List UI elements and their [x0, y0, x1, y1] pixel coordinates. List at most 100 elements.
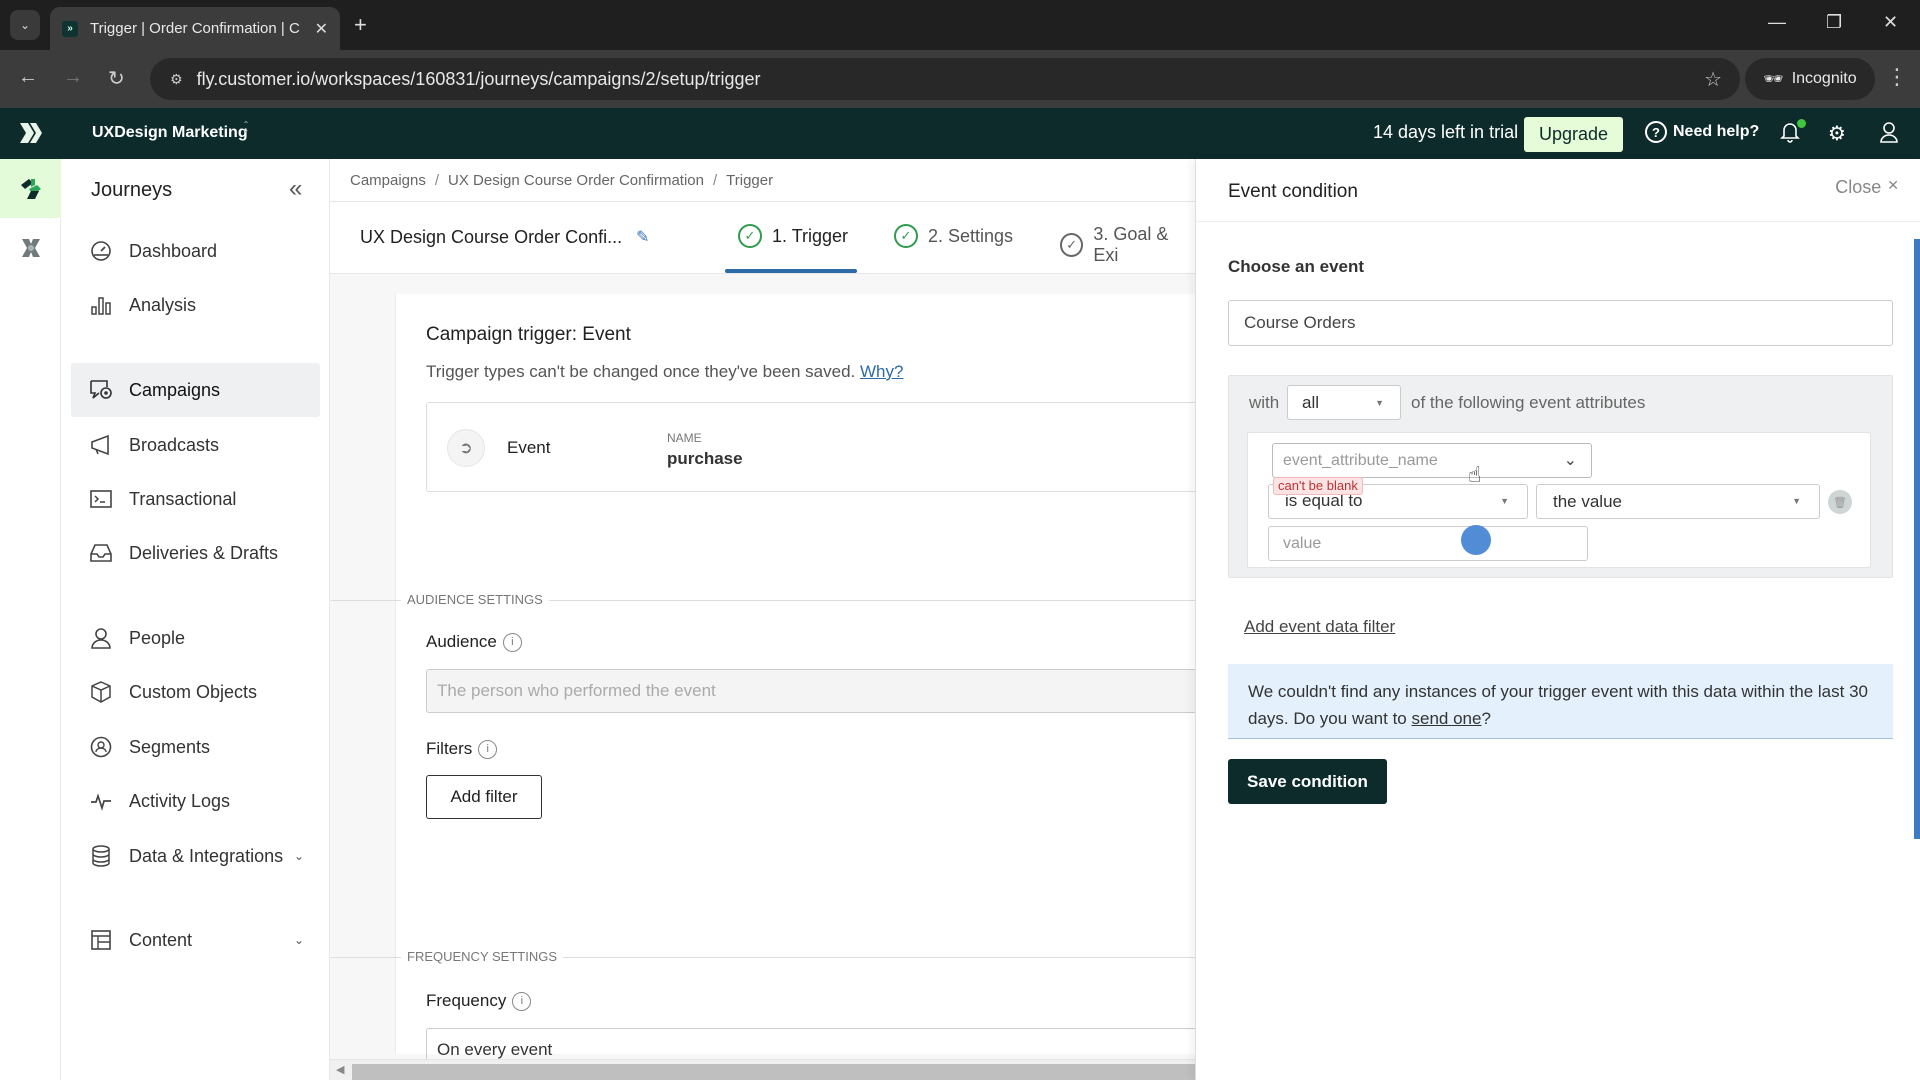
forward-icon[interactable]: →	[63, 66, 83, 89]
sidebar-item-segments[interactable]: Segments	[71, 720, 320, 774]
chevron-down-icon: ⌄	[293, 849, 304, 863]
caret-down-icon: ▼	[1792, 496, 1801, 506]
sidebar-item-data-integrations[interactable]: Data & Integrations ⌄	[71, 829, 320, 883]
why-link[interactable]: Why?	[860, 362, 903, 381]
tab-goal-exit[interactable]: ✓ 3. Goal & Exi	[1060, 224, 1195, 266]
breadcrumb: Campaigns / UX Design Course Order Confi…	[330, 159, 1195, 202]
breadcrumb-current: Trigger	[726, 171, 774, 189]
app-rail	[0, 159, 61, 1080]
comparison-select[interactable]: the value ▼	[1536, 484, 1820, 519]
active-tab-indicator	[725, 269, 857, 273]
app-header: UXDesign Marketing ˆˇ 14 days left in tr…	[0, 108, 1920, 159]
choose-event-label: Choose an event	[1228, 257, 1365, 276]
trial-status: 14 days left in trial	[1373, 122, 1519, 142]
customerio-logo-icon[interactable]	[18, 121, 42, 145]
close-button[interactable]: Close ✕	[1835, 177, 1899, 198]
user-icon[interactable]	[1879, 121, 1899, 149]
event-attributes-box: with all ▼ of the following event attrib…	[1228, 375, 1893, 578]
trigger-card: Campaign trigger: Event Trigger types ca…	[331, 294, 1195, 1072]
sidebar-item-label: Activity Logs	[129, 790, 231, 811]
sidebar-item-label: Transactional	[129, 488, 237, 509]
rail-data-pipelines[interactable]	[0, 218, 61, 277]
address-bar[interactable]: ⚙ fly.customer.io/workspaces/160831/jour…	[150, 58, 1740, 100]
breadcrumb-campaign[interactable]: UX Design Course Order Confirmation	[448, 172, 704, 189]
sidebar-item-activity-logs[interactable]: Activity Logs	[71, 774, 320, 828]
following-text: of the following event attributes	[1411, 393, 1646, 412]
megaphone-icon	[89, 433, 113, 457]
notice-text: We couldn't find any instances of your t…	[1248, 682, 1868, 728]
add-event-data-filter-link[interactable]: Add event data filter	[1244, 617, 1395, 637]
hand-cursor-icon: ☝	[1468, 462, 1482, 487]
pipelines-icon	[21, 238, 40, 257]
close-tab-icon[interactable]: ✕	[315, 19, 328, 39]
frequency-label-text: Frequency	[426, 991, 507, 1010]
gear-icon[interactable]: ⚙	[1828, 121, 1846, 146]
browser-menu-icon[interactable]: ⋮	[1886, 64, 1908, 90]
info-icon[interactable]: i	[502, 632, 522, 652]
info-icon[interactable]: i	[512, 991, 532, 1011]
attribute-name-select[interactable]: event_attribute_name ⌄	[1272, 443, 1592, 478]
event-condition-panel: Event condition Close ✕ Choose an event …	[1195, 159, 1920, 1080]
sidebar-item-deliveries[interactable]: Deliveries & Drafts	[71, 526, 320, 580]
sidebar-item-analysis[interactable]: Analysis	[71, 278, 320, 332]
match-value: all	[1302, 392, 1320, 412]
match-select[interactable]: all ▼	[1287, 385, 1401, 420]
sidebar-item-dashboard[interactable]: Dashboard	[71, 224, 320, 278]
scroll-left-icon[interactable]: ◀	[336, 1063, 344, 1076]
audience-section-label: AUDIENCE SETTINGS	[401, 592, 549, 607]
sidebar-item-label: Broadcasts	[129, 434, 220, 455]
minimize-icon[interactable]: —	[1768, 12, 1786, 33]
sidebar-item-people[interactable]: People	[71, 611, 320, 665]
sidebar-item-broadcasts[interactable]: Broadcasts	[71, 418, 320, 472]
tab-settings[interactable]: ✓ 2. Settings	[894, 224, 1013, 248]
info-icon[interactable]: i	[478, 739, 498, 759]
send-one-link[interactable]: send one	[1412, 709, 1482, 728]
tab-trigger[interactable]: ✓ 1. Trigger	[738, 224, 848, 248]
bar-chart-icon	[89, 293, 113, 317]
horizontal-scrollbar[interactable]: ◀	[330, 1059, 1195, 1080]
scrollbar-thumb[interactable]	[352, 1064, 1195, 1080]
need-help-button[interactable]: ? Need help?	[1645, 121, 1759, 143]
browser-tab[interactable]: » Trigger | Order Confirmation | C ✕	[50, 7, 340, 50]
cursor-click-icon: ➲	[447, 429, 485, 467]
filters-label-text: Filters	[426, 739, 473, 758]
restore-icon[interactable]: ❐	[1826, 12, 1842, 33]
sidebar-item-transactional[interactable]: Transactional	[71, 472, 320, 526]
value-input[interactable]: value	[1268, 526, 1588, 561]
close-icon: ✕	[1887, 177, 1899, 193]
tab-search-button[interactable]: ⌄	[10, 10, 40, 40]
workspace-switcher-icon[interactable]: ˆˇ	[244, 120, 248, 141]
dashboard-icon	[89, 239, 113, 263]
trigger-heading: Campaign trigger: Event	[426, 324, 631, 345]
frequency-label: Frequency i	[426, 991, 532, 1011]
step-label: 3. Goal & Exi	[1093, 224, 1169, 265]
upgrade-button[interactable]: Upgrade	[1524, 117, 1623, 152]
trash-icon[interactable]: 🗑	[1828, 490, 1852, 514]
event-select[interactable]: Course Orders	[1228, 300, 1893, 346]
sidebar-item-content[interactable]: Content ⌄	[71, 913, 320, 967]
panel-scrollbar[interactable]	[1914, 239, 1920, 839]
collapse-sidebar-icon[interactable]: «	[289, 175, 302, 203]
workspace-name[interactable]: UXDesign Marketing	[92, 124, 248, 142]
new-tab-button[interactable]: +	[354, 12, 367, 38]
pencil-icon[interactable]: ✎	[636, 227, 649, 247]
trigger-note: Trigger types can't be changed once they…	[426, 362, 903, 382]
save-condition-button[interactable]: Save condition	[1228, 759, 1387, 804]
incognito-indicator[interactable]: 🕶 Incognito	[1745, 58, 1875, 100]
bookmark-star-icon[interactable]: ☆	[1704, 67, 1722, 92]
site-info-icon[interactable]: ⚙	[170, 71, 183, 88]
caret-down-icon: ▼	[1500, 496, 1509, 506]
reload-icon[interactable]: ↻	[108, 66, 125, 91]
sidebar-item-custom-objects[interactable]: Custom Objects	[71, 665, 320, 719]
check-circle-icon: ✓	[738, 224, 762, 248]
audience-label-text: Audience	[426, 632, 497, 651]
notification-dot	[1797, 119, 1806, 128]
add-filter-button[interactable]: Add filter	[426, 775, 542, 819]
breadcrumb-campaigns[interactable]: Campaigns	[350, 172, 426, 189]
sidebar-item-campaigns[interactable]: Campaigns	[71, 363, 320, 417]
close-window-icon[interactable]: ✕	[1883, 12, 1898, 33]
rail-journeys[interactable]	[0, 159, 61, 218]
help-icon: ?	[1645, 121, 1667, 143]
sidebar: Journeys « Dashboard Analysis Campaigns …	[61, 159, 330, 1080]
back-icon[interactable]: ←	[18, 66, 38, 89]
